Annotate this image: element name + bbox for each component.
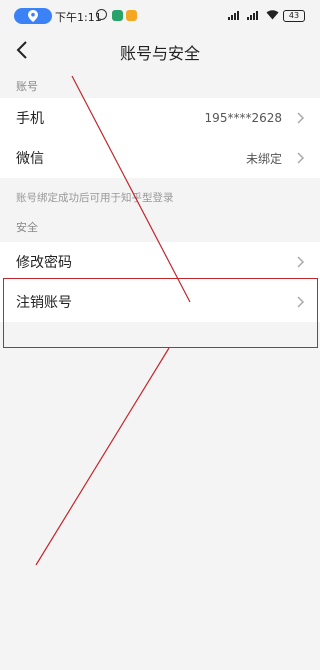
wifi-icon: [266, 10, 279, 20]
wechat-row[interactable]: 微信 未绑定: [0, 138, 320, 178]
change-password-label: 修改密码: [16, 255, 72, 271]
chevron-right-icon: [297, 112, 305, 124]
wechat-label: 微信: [16, 151, 44, 167]
alarm-icon: [96, 9, 107, 20]
phone-row[interactable]: 手机 195****2628: [0, 98, 320, 138]
app-notification-icon: [112, 10, 123, 21]
signal-icon: [247, 10, 258, 20]
wechat-value: 未绑定: [245, 151, 282, 166]
status-time: 下午1:11: [55, 11, 102, 24]
page-title: 账号与安全: [119, 44, 200, 63]
status-bar: 下午1:11 43: [0, 0, 320, 30]
phone-value: 195****2628: [204, 111, 282, 125]
app-notification-icon: [126, 10, 137, 21]
battery-indicator: 43: [283, 10, 305, 22]
signal-icon: [228, 10, 239, 20]
location-icon: [14, 8, 52, 24]
change-password-row[interactable]: 修改密码: [0, 242, 320, 282]
phone-label: 手机: [16, 111, 44, 127]
chevron-right-icon: [297, 152, 305, 164]
annotation-highlight-box: [3, 278, 318, 348]
section-header-account: 账号: [16, 80, 38, 93]
nav-bar: 账号与安全: [0, 30, 320, 70]
section-header-security: 安全: [16, 221, 38, 234]
account-binding-note: 账号绑定成功后可用于知乎型登录: [16, 192, 174, 204]
chevron-right-icon: [297, 256, 305, 268]
